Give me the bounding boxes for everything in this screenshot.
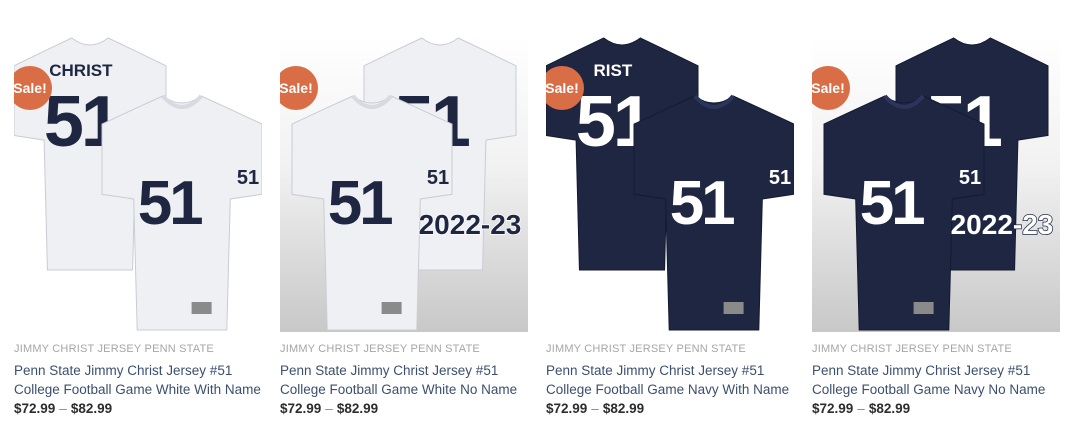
price-max: $82.99	[602, 401, 645, 416]
product-image[interactable]: Sale! 5151512022-23	[812, 36, 1060, 332]
patch-year-text: 2022-23	[951, 209, 1054, 240]
patch-year-text: 2022-23	[419, 209, 522, 240]
jersey-tag	[913, 302, 934, 314]
jersey-tag	[191, 302, 212, 314]
front-number-text: 51	[860, 169, 924, 238]
price-min: $72.99	[14, 401, 56, 416]
price-min: $72.99	[280, 401, 322, 416]
jersey-image: CHRIST5151 51	[14, 37, 262, 331]
jersey-image: 5151512022-23	[823, 37, 1054, 331]
front-number-text: 51	[670, 169, 734, 238]
product-category[interactable]: JIMMY CHRIST JERSEY PENN STATE	[280, 343, 528, 355]
product-title[interactable]: Penn State Jimmy Christ Jersey #51 Colle…	[546, 361, 794, 399]
price-min: $72.99	[546, 401, 588, 416]
price-max: $82.99	[70, 401, 113, 416]
front-number-text: 51	[328, 169, 392, 238]
product-card[interactable]: Sale! 5151512022-23 JIMMY CHRIST JERSEY …	[812, 36, 1060, 416]
product-price: $72.99– $82.99	[812, 401, 1060, 416]
sleeve-number-text: 51	[769, 167, 791, 189]
product-title[interactable]: Penn State Jimmy Christ Jersey #51 Colle…	[812, 361, 1060, 399]
product-price: $72.99– $82.99	[280, 401, 528, 416]
back-name-text: RIST	[594, 61, 633, 80]
price-separator: –	[857, 401, 865, 416]
product-category[interactable]: JIMMY CHRIST JERSEY PENN STATE	[14, 343, 262, 355]
price-separator: –	[59, 401, 67, 416]
price-separator: –	[591, 401, 599, 416]
product-category[interactable]: JIMMY CHRIST JERSEY PENN STATE	[546, 343, 794, 355]
price-max: $82.99	[336, 401, 379, 416]
back-name-text: CHRIST	[49, 61, 113, 80]
jersey-tag	[381, 302, 402, 314]
product-image[interactable]: Sale! RIST 51 51 51	[546, 36, 794, 332]
product-title[interactable]: Penn State Jimmy Christ Jersey #51 Colle…	[280, 361, 528, 399]
product-price: $72.99– $82.99	[546, 401, 794, 416]
product-price: $72.99– $82.99	[14, 401, 262, 416]
product-image[interactable]: Sale! CHRIST 51 51 51	[14, 36, 262, 332]
price-max: $82.99	[868, 401, 911, 416]
jersey-tag	[723, 302, 744, 314]
product-card[interactable]: Sale! RIST 51 51 51 JIMMY CHRIST JERSEY PEN…	[546, 36, 794, 416]
price-separator: –	[325, 401, 333, 416]
jersey-image: 5151512022-23	[291, 37, 522, 331]
product-image[interactable]: Sale! 5151512022-23	[280, 36, 528, 332]
product-card[interactable]: Sale! CHRIST 51 51 51 JIMMY CHRIST JERSEY P…	[14, 36, 262, 416]
jersey-image: RIST5151 51	[546, 37, 794, 331]
sleeve-number-text: 51	[237, 167, 259, 189]
product-category[interactable]: JIMMY CHRIST JERSEY PENN STATE	[812, 343, 1060, 355]
price-min: $72.99	[812, 401, 854, 416]
front-number-text: 51	[138, 169, 202, 238]
sleeve-number-text: 51	[959, 167, 981, 189]
sleeve-number-text: 51	[427, 167, 449, 189]
product-title[interactable]: Penn State Jimmy Christ Jersey #51 Colle…	[14, 361, 262, 399]
product-card[interactable]: Sale! 5151512022-23 JIMMY CHRIST JERSEY …	[280, 36, 528, 416]
